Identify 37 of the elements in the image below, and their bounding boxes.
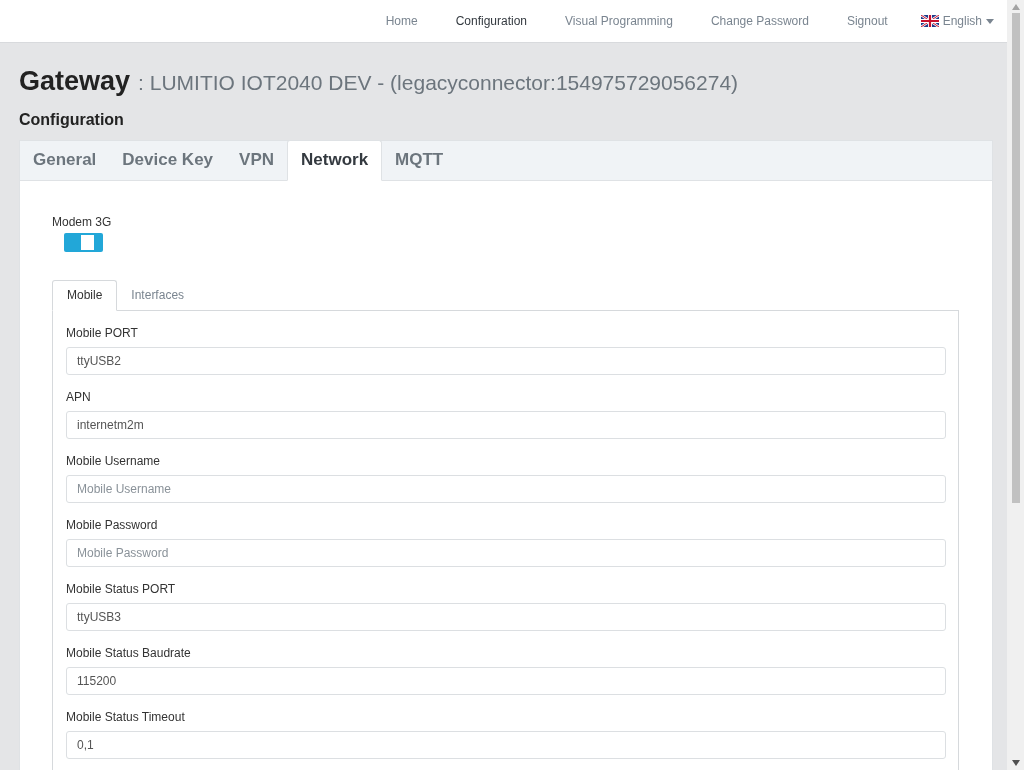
input-field[interactable]: 115200 <box>66 666 946 695</box>
page-subtitle: : LUMITIO IOT2040 DEV - (legacyconnector:154975729056274) <box>138 70 739 96</box>
nav-link[interactable]: Configuration <box>436 12 547 30</box>
input-field[interactable]: 0,1 <box>66 730 946 759</box>
input-field[interactable]: ttyUSB3 <box>66 602 946 631</box>
flag-icon <box>920 15 939 27</box>
subtab[interactable]: Interfaces <box>117 279 199 311</box>
field-label: Mobile Status Baudrate <box>66 644 192 662</box>
input-field[interactable]: Mobile Password <box>66 538 946 567</box>
nav-link[interactable]: Change Password <box>691 12 828 30</box>
field-label: APN <box>66 388 92 406</box>
scroll-down-icon <box>1011 760 1020 766</box>
field-label: Mobile Status Timeout <box>66 708 186 726</box>
tab[interactable]: MQTT <box>382 139 457 181</box>
input-field[interactable]: Mobile Username <box>66 474 946 503</box>
input-field[interactable]: internetm2m <box>66 410 946 439</box>
section-heading: Configuration <box>19 109 125 130</box>
nav-link[interactable]: Visual Programming <box>546 12 692 30</box>
tab[interactable]: Network <box>287 139 383 181</box>
input-field[interactable]: ttyUSB2 <box>66 346 946 375</box>
field-label: Mobile Status PORT <box>66 580 177 598</box>
toggle-knob <box>81 234 94 250</box>
modem-toggle[interactable] <box>64 232 103 252</box>
tab[interactable]: VPN <box>226 139 287 181</box>
nav-link[interactable]: Home <box>366 12 437 30</box>
tab[interactable]: General <box>20 139 110 181</box>
subtab[interactable]: Mobile <box>52 279 118 311</box>
caret-icon <box>986 18 994 24</box>
field-label: Mobile Username <box>66 452 162 470</box>
nav-link[interactable]: Signout <box>827 12 907 30</box>
modem-label: Modem 3G <box>52 213 113 231</box>
page-title: Gateway <box>19 65 131 98</box>
field-label: Mobile Password <box>66 516 159 534</box>
scroll-up-icon <box>1011 4 1020 10</box>
field-label: Mobile PORT <box>66 324 139 342</box>
tab[interactable]: Device Key <box>109 139 227 181</box>
language-dropdown[interactable]: English <box>920 12 994 30</box>
